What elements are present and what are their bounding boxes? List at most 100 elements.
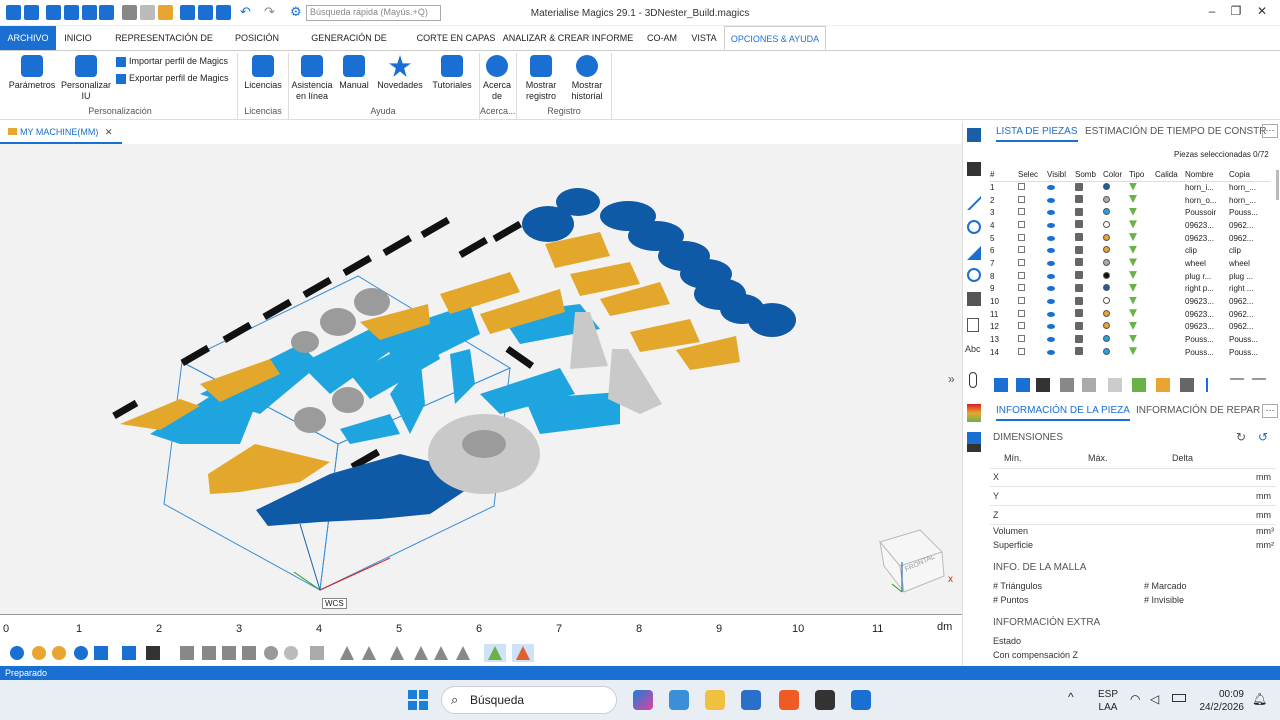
layers-icon[interactable] xyxy=(967,444,981,452)
color-swatch[interactable] xyxy=(1103,257,1129,270)
table-row[interactable]: 3 Poussoir Pouss... xyxy=(990,206,1270,219)
battery-icon[interactable] xyxy=(1172,694,1186,702)
sort-icon[interactable] xyxy=(1206,378,1220,392)
wrench-icon[interactable] xyxy=(967,162,981,176)
tab-inicio[interactable]: INICIO xyxy=(60,26,96,50)
shade-toggle[interactable] xyxy=(1075,321,1103,334)
reset-icon[interactable]: ↺ xyxy=(1258,430,1268,444)
visibility-toggle[interactable] xyxy=(1047,346,1075,359)
select-checkbox[interactable] xyxy=(1018,181,1047,194)
visibility-toggle[interactable] xyxy=(1047,308,1075,321)
measure-angle-icon[interactable] xyxy=(967,246,981,260)
shade-toggle[interactable] xyxy=(1075,346,1103,359)
reload-part-icon[interactable] xyxy=(1016,378,1030,392)
shade-toggle[interactable] xyxy=(1075,295,1103,308)
select-checkbox[interactable] xyxy=(1018,206,1047,219)
visibility-toggle[interactable] xyxy=(1047,257,1075,270)
shade-toggle[interactable] xyxy=(1075,283,1103,296)
personalizar-button[interactable]: Personalizar IU xyxy=(60,55,112,102)
list-icon[interactable] xyxy=(1230,378,1244,392)
3d-viewport[interactable]: WCS FRONTAL x » xyxy=(0,144,962,614)
shade-toggle[interactable] xyxy=(1075,270,1103,283)
color-swatch[interactable] xyxy=(1103,194,1129,207)
table-row[interactable]: 2 horn_o... horn_... xyxy=(990,194,1270,207)
file-explorer-icon[interactable] xyxy=(705,690,725,710)
visibility-toggle[interactable] xyxy=(1047,232,1075,245)
table-row[interactable]: 12 09623... 0962... xyxy=(990,321,1270,334)
render-mode-toggle-2[interactable] xyxy=(512,644,534,662)
cube-view-icon[interactable] xyxy=(1060,378,1074,392)
tab-lista-piezas[interactable]: LISTA DE PIEZAS xyxy=(996,126,1078,142)
color-swatch[interactable] xyxy=(1103,219,1129,232)
volume-icon[interactable]: ◁ xyxy=(1150,692,1159,706)
exportar-perfil-button[interactable]: Exportar perfil de Magics xyxy=(116,73,229,84)
shade-toggle[interactable] xyxy=(1075,206,1103,219)
visibility-toggle[interactable] xyxy=(1047,244,1075,257)
triangle-view-icon[interactable] xyxy=(340,646,354,660)
color-swatch[interactable] xyxy=(1103,232,1129,245)
cube-hide-icon[interactable] xyxy=(1108,378,1122,392)
parametros-button[interactable]: Parámetros xyxy=(4,55,60,91)
view-right-icon[interactable] xyxy=(242,646,256,660)
zoom-icon[interactable] xyxy=(10,646,24,660)
parts-color-icon[interactable] xyxy=(1132,378,1146,392)
collapse-panel-icon[interactable]: » xyxy=(948,372,955,386)
widgets-icon[interactable] xyxy=(669,690,689,710)
wifi-icon[interactable]: ◠ xyxy=(1130,692,1140,706)
triangle-view-icon[interactable] xyxy=(456,646,470,660)
select-checkbox[interactable] xyxy=(1018,321,1047,334)
col-copy[interactable]: Copia xyxy=(1229,168,1270,182)
shade-toggle[interactable] xyxy=(1075,257,1103,270)
tab-vista[interactable]: VISTA xyxy=(688,26,720,50)
view-top-icon[interactable] xyxy=(180,646,194,660)
panel-menu-button[interactable]: ··· xyxy=(1262,124,1278,138)
document-icon[interactable] xyxy=(967,318,979,332)
color-swatch[interactable] xyxy=(1103,346,1129,359)
novedades-button[interactable]: Novedades xyxy=(374,55,426,91)
visibility-toggle[interactable] xyxy=(1047,333,1075,346)
color-swatch[interactable] xyxy=(1103,270,1129,283)
visibility-toggle[interactable] xyxy=(1047,321,1075,334)
hammer-icon[interactable] xyxy=(967,292,981,306)
tab-info-pieza[interactable]: INFORMACIÓN DE LA PIEZA xyxy=(996,405,1130,421)
table-row[interactable]: 10 09623... 0962... xyxy=(990,295,1270,308)
tab-opciones-ayuda[interactable]: OPCIONES & AYUDA xyxy=(724,26,826,50)
parts-list-icon[interactable] xyxy=(967,128,981,142)
notification-bell-icon[interactable]: 🔔︎ xyxy=(1252,692,1267,706)
tab-posicion[interactable]: POSICIÓN xyxy=(232,26,282,50)
table-row[interactable]: 11 09623... 0962... xyxy=(990,308,1270,321)
language-indicator[interactable]: ESP LAA xyxy=(1098,688,1118,714)
table-row[interactable]: 9 right p... right ... xyxy=(990,283,1270,296)
acerca-button[interactable]: Acerca de xyxy=(480,55,514,102)
col-select[interactable]: Selec xyxy=(1018,168,1047,182)
select-checkbox[interactable] xyxy=(1018,346,1047,359)
view-front-icon[interactable] xyxy=(122,646,136,660)
visibility-toggle[interactable] xyxy=(1047,219,1075,232)
shade-toggle[interactable] xyxy=(1075,333,1103,346)
visibility-toggle[interactable] xyxy=(1047,283,1075,296)
tab-representacion[interactable]: REPRESENTACIÓN DE PIEZAS xyxy=(102,26,226,67)
scrollbar[interactable] xyxy=(1276,170,1279,200)
select-checkbox[interactable] xyxy=(1018,219,1047,232)
cube-wire-icon[interactable] xyxy=(1082,378,1096,392)
color-swatch[interactable] xyxy=(1103,308,1129,321)
col-shade[interactable]: Somb xyxy=(1075,168,1103,182)
start-button[interactable] xyxy=(408,690,428,710)
check-all-icon[interactable] xyxy=(1036,378,1050,392)
importar-perfil-button[interactable]: Importar perfil de Magics xyxy=(116,56,228,67)
col-name[interactable]: Nombre xyxy=(1185,168,1229,182)
select-checkbox[interactable] xyxy=(1018,194,1047,207)
mostrar-registro-button[interactable]: Mostrar registro xyxy=(518,55,564,102)
table-row[interactable]: 13 Pouss... Pouss... xyxy=(990,333,1270,346)
zoom-window-icon[interactable] xyxy=(74,646,88,660)
triangle-view-icon[interactable] xyxy=(390,646,404,660)
select-checkbox[interactable] xyxy=(1018,244,1047,257)
col-type[interactable]: Tipo xyxy=(1129,168,1155,182)
shaded-part-icon[interactable] xyxy=(1180,378,1194,392)
view-cube-icon[interactable] xyxy=(310,646,324,660)
tab-estimacion[interactable]: ESTIMACIÓN DE TIEMPO DE CONSTR xyxy=(1085,126,1267,137)
paperclip-icon[interactable] xyxy=(969,372,977,388)
licencias-button[interactable]: Licencias xyxy=(240,55,286,91)
tab-co-am[interactable]: CO-AM xyxy=(640,26,684,50)
manual-button[interactable]: Manual xyxy=(336,55,372,91)
